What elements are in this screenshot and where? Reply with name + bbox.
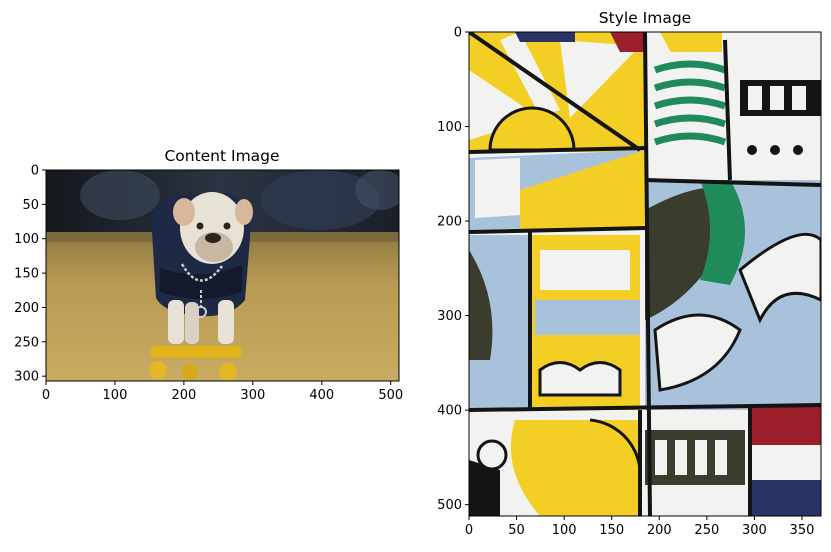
style-y-tick-label: 300 (437, 309, 462, 324)
style-x-tick-label: 350 (790, 523, 815, 538)
style-x-tick-label: 200 (647, 523, 672, 538)
style-y-tick-label: 200 (437, 215, 462, 230)
content-y-tick-label: 150 (14, 267, 39, 282)
style-y-tick-label: 100 (437, 120, 462, 135)
content-image-title: Content Image (164, 147, 279, 165)
style-y-tick-label: 500 (437, 498, 462, 513)
content-y-tick-label: 250 (14, 335, 39, 350)
content-x-tick-label: 200 (171, 388, 196, 403)
style-x-tick-label: 150 (599, 523, 624, 538)
style-image (469, 32, 821, 516)
style-image-title: Style Image (599, 9, 691, 27)
content-x-tick-label: 100 (103, 388, 128, 403)
content-y-tick-label: 100 (14, 232, 39, 247)
figure-canvas: Content Image 0 100 200 300 400 50005010… (14, 9, 822, 538)
style-image-panel: Style Image 0 50 100 150 200 250 300 350… (437, 9, 822, 538)
content-image-panel: Content Image 0 100 200 300 400 50005010… (14, 147, 403, 403)
style-x-tick-label: 0 (465, 523, 473, 538)
content-y-tick-label: 50 (22, 198, 39, 213)
content-x-tick-label: 0 (42, 388, 50, 403)
skateboard-deck (150, 346, 242, 358)
content-x-tick-label: 400 (309, 388, 334, 403)
content-x-tick-label: 500 (378, 388, 403, 403)
style-x-tick-label: 100 (552, 523, 577, 538)
content-x-tick-label: 300 (240, 388, 265, 403)
style-x-tick-label: 300 (742, 523, 767, 538)
style-y-tick-label: 400 (437, 404, 462, 419)
content-y-tick-label: 300 (14, 370, 39, 385)
content-y-tick-label: 200 (14, 301, 39, 316)
content-image (46, 170, 399, 381)
style-y-tick-label: 0 (454, 26, 462, 41)
content-y-tick-label: 0 (31, 164, 39, 179)
flag-red-band (750, 405, 821, 445)
style-x-tick-label: 50 (508, 523, 525, 538)
style-x-tick-label: 250 (694, 523, 719, 538)
